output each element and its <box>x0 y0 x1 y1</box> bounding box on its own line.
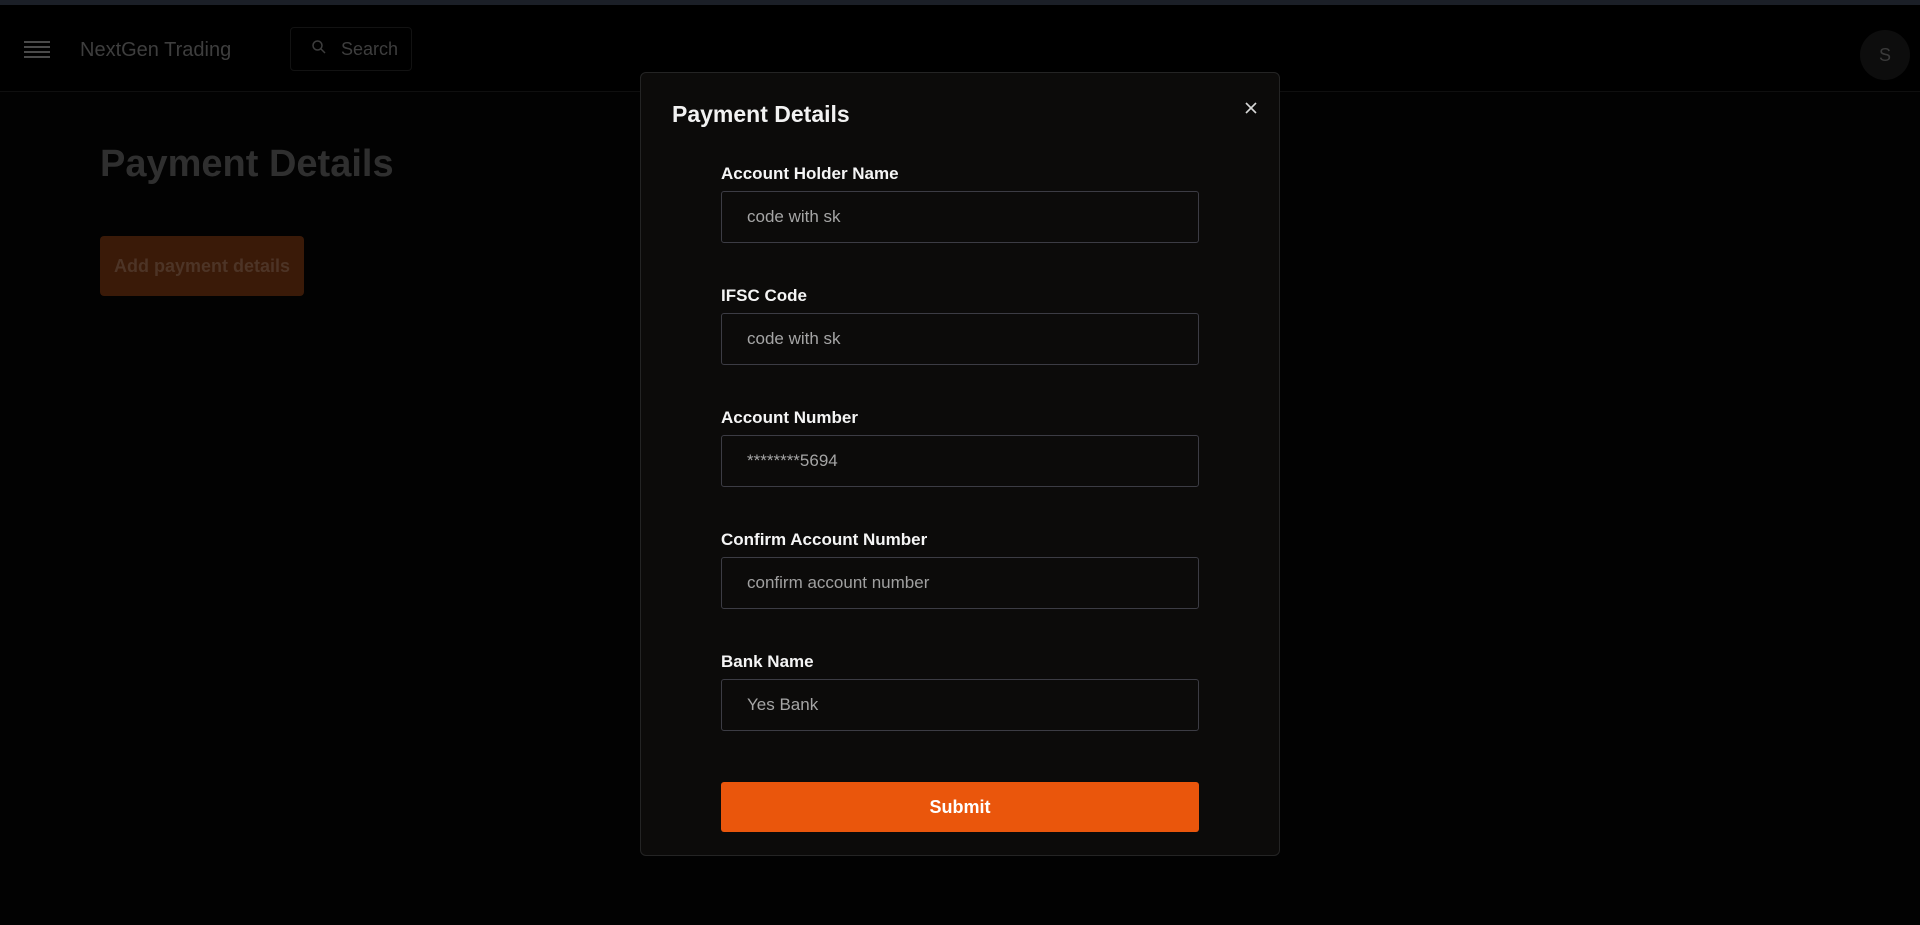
account-number-label: Account Number <box>721 408 858 427</box>
payment-details-dialog: Payment Details Account Holder Name IFSC… <box>640 72 1280 856</box>
add-payment-details-button[interactable]: Add payment details <box>100 236 304 296</box>
account-holder-name-input[interactable] <box>721 191 1199 243</box>
avatar[interactable]: S <box>1860 30 1910 80</box>
confirm-account-number-field: Confirm Account Number <box>721 529 1199 651</box>
search-button[interactable]: Search <box>290 27 412 71</box>
brand-name[interactable]: NextGen Trading <box>80 39 231 62</box>
account-holder-name-label: Account Holder Name <box>721 164 899 183</box>
dialog-title: Payment Details <box>672 101 850 127</box>
bank-name-input[interactable] <box>721 679 1199 731</box>
payment-form: Account Holder Name IFSC Code Account Nu… <box>721 163 1199 832</box>
submit-button[interactable]: Submit <box>721 782 1199 832</box>
bank-name-field: Bank Name <box>721 651 1199 773</box>
confirm-account-number-input[interactable] <box>721 557 1199 609</box>
account-number-field: Account Number <box>721 407 1199 529</box>
ifsc-code-label: IFSC Code <box>721 286 807 305</box>
menu-icon[interactable] <box>24 41 50 59</box>
account-holder-name-field: Account Holder Name <box>721 163 1199 285</box>
account-number-input[interactable] <box>721 435 1199 487</box>
search-label: Search <box>341 38 399 59</box>
ifsc-code-field: IFSC Code <box>721 285 1199 407</box>
ifsc-code-input[interactable] <box>721 313 1199 365</box>
confirm-account-number-label: Confirm Account Number <box>721 530 928 549</box>
page-title: Payment Details <box>100 143 394 185</box>
bank-name-label: Bank Name <box>721 652 814 671</box>
close-icon[interactable] <box>1238 95 1264 121</box>
search-icon <box>311 39 327 60</box>
